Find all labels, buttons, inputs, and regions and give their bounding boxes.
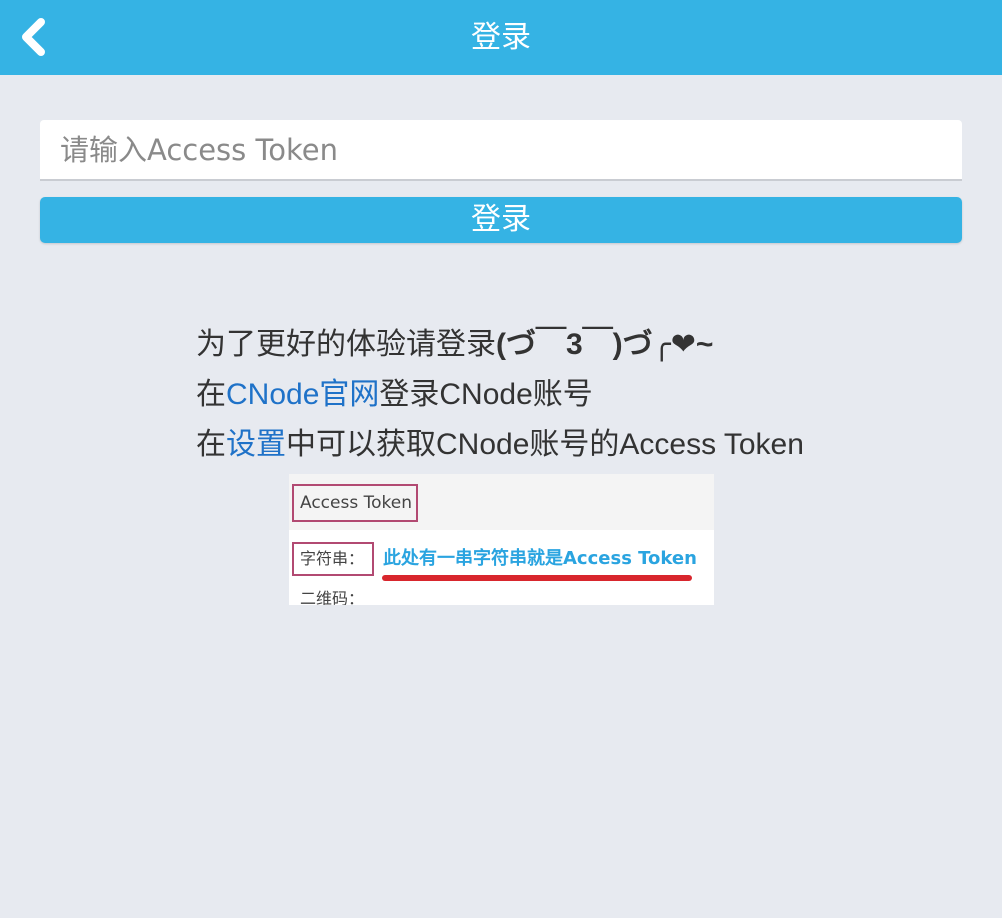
instruction-suffix-2: 登录CNode账号 (379, 378, 593, 411)
example-qr-label: 二维码： (300, 589, 365, 605)
example-title-box: Access Token (292, 484, 418, 522)
example-red-underline (382, 575, 692, 581)
instruction-line-2: 在CNode官网登录CNode账号 (196, 370, 956, 420)
top-bar: 登录 (0, 0, 1002, 75)
instruction-line-1: 为了更好的体验请登录(づ￣3￣)づ╭❤~ (196, 320, 956, 370)
access-token-example-image: Access Token 字符串： 此处有一串字符串就是Access Token… (289, 474, 714, 605)
cnode-site-link[interactable]: CNode官网 (226, 378, 379, 411)
instruction-line-3: 在设置中可以获取CNode账号的Access Token (196, 420, 956, 470)
login-instructions: 为了更好的体验请登录(づ￣3￣)づ╭❤~ 在CNode官网登录CNode账号 在… (196, 320, 956, 470)
instruction-prefix-2: 在 (196, 378, 226, 411)
instruction-text-1: 为了更好的体验请登录 (196, 328, 496, 361)
example-note: 此处有一串字符串就是Access Token (383, 548, 697, 569)
settings-link[interactable]: 设置 (226, 428, 286, 461)
example-string-label: 字符串： (292, 542, 374, 576)
page-title: 登录 (471, 20, 531, 55)
login-button[interactable]: 登录 (40, 197, 962, 243)
kaomoji-emoticon: (づ￣3￣)づ╭❤~ (496, 328, 714, 361)
instruction-prefix-3: 在 (196, 428, 226, 461)
instruction-suffix-3: 中可以获取CNode账号的Access Token (286, 428, 804, 461)
access-token-input[interactable] (40, 120, 962, 181)
